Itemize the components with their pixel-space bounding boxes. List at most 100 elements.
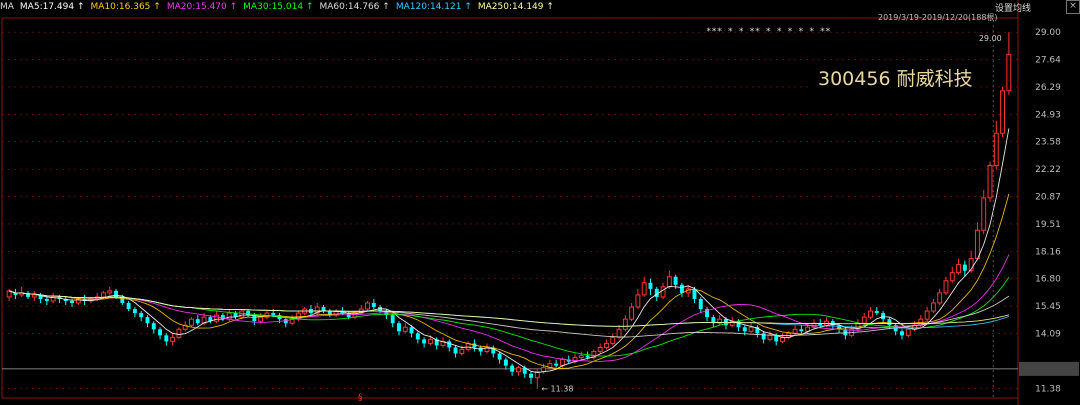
candle-down <box>390 315 395 324</box>
candle-down <box>900 331 904 336</box>
candlestick-chart[interactable]: 29.00 27.64 26.29 24.93 23.58 22.22 20.87 19.51… <box>0 0 1080 405</box>
y-tick-label: 19.51 <box>1035 220 1061 230</box>
ma-settings-button[interactable]: 设置均线 <box>995 1 1031 14</box>
candle-down <box>164 335 169 342</box>
candle-down <box>761 333 766 340</box>
candle-down <box>736 321 741 328</box>
ma10-label: MA10:16.365 ↑ <box>90 2 161 12</box>
candle-up <box>949 272 955 282</box>
candle-up <box>905 328 911 336</box>
candle-up <box>189 318 194 326</box>
candle-down <box>132 309 137 314</box>
candle-up <box>176 328 182 338</box>
candle-up <box>943 280 949 294</box>
close-icon[interactable]: × <box>1066 0 1080 14</box>
y-tick-label: 20.87 <box>1035 192 1061 202</box>
ma250-line <box>8 290 1010 327</box>
y-tick-label: 27.64 <box>1035 56 1061 66</box>
ma20-label: MA20:15.470 ↑ <box>166 2 238 12</box>
candle-up <box>641 282 647 296</box>
candle-down <box>195 319 200 324</box>
candle-down <box>799 329 804 332</box>
y-tick-label: 26.29 <box>1035 83 1061 93</box>
candle-down <box>529 373 533 378</box>
ma-legend: MA MA5:17.494 ↑ MA10:16.365 ↑ MA20:15.47… <box>0 0 880 14</box>
candle-up <box>214 314 220 322</box>
candle-up <box>629 306 635 320</box>
candle-down <box>554 363 559 366</box>
candle-down <box>698 298 703 310</box>
candle-down <box>774 335 779 342</box>
candle-up <box>107 290 113 294</box>
y-tick-label: 14.09 <box>1035 330 1061 340</box>
candle-up <box>515 367 521 373</box>
candle-up <box>1000 90 1006 134</box>
candle-up <box>767 334 773 340</box>
ma250-label: MA250:14.149 ↑ <box>477 2 554 12</box>
ma60-label: MA60:14.766 ↑ <box>319 2 390 12</box>
candle-up <box>660 286 666 298</box>
candle-down <box>497 353 502 360</box>
candle-up <box>974 229 980 260</box>
y-tick-label: 24.93 <box>1035 110 1061 120</box>
candle-down <box>139 313 144 318</box>
candle-up <box>748 326 754 332</box>
candle-up <box>427 338 433 344</box>
candle-down <box>151 323 156 330</box>
candle-up <box>956 264 962 274</box>
candle-up <box>861 316 867 324</box>
candle-up <box>365 302 370 310</box>
candle-down <box>126 303 131 310</box>
candle-up <box>937 292 943 304</box>
candle-up <box>930 302 936 312</box>
candle-down <box>503 359 508 366</box>
candle-down <box>70 300 74 303</box>
candle-up <box>610 336 616 344</box>
candle-up <box>616 328 622 338</box>
candle-down <box>415 333 420 340</box>
candle-down <box>874 311 879 314</box>
y-tick-label: 23.58 <box>1035 138 1061 148</box>
candle-up <box>666 276 672 288</box>
stock-title: 300456 耐威科技 <box>812 62 979 93</box>
ma10-line <box>8 193 1010 369</box>
candle-down <box>453 347 458 354</box>
event-markers: *** * * ** * * * * * ** <box>706 27 831 37</box>
y-tick-label: 22.22 <box>1035 165 1061 175</box>
candle-up <box>981 197 987 231</box>
candle-down <box>422 339 427 344</box>
ma120-label: MA120:14.121 ↑ <box>395 2 472 12</box>
candle-down <box>585 355 590 358</box>
candle-up <box>31 294 37 298</box>
candle-up <box>578 355 584 359</box>
candle-up <box>987 165 993 199</box>
high-price-label: 29.00 <box>979 34 1002 43</box>
period-range: 2019/3/19-2019/12/20(188根) <box>878 13 998 22</box>
candle-up <box>597 346 603 353</box>
candle-up <box>101 292 106 298</box>
candle-down <box>397 323 401 332</box>
candle-up <box>622 318 628 330</box>
candle-up <box>1006 53 1012 92</box>
candle-down <box>962 264 967 271</box>
y-tick-label: 16.80 <box>1035 275 1061 285</box>
low-price-label: ← 11.38 <box>541 384 573 393</box>
candle-up <box>226 312 232 320</box>
crosshair-price-box <box>1019 361 1079 376</box>
candle-down <box>881 313 886 320</box>
candle-down <box>648 282 653 289</box>
candle-down <box>158 329 162 336</box>
candle-up <box>868 310 873 318</box>
candle-down <box>679 284 684 293</box>
y-tick-label: 18.16 <box>1035 247 1061 257</box>
candle-up <box>258 316 264 322</box>
ma30-label: MA30:15.014 ↑ <box>243 2 314 12</box>
ma5-label: MA5:17.494 ↑ <box>19 2 85 12</box>
candle-up <box>170 336 176 342</box>
candle-down <box>145 317 150 324</box>
candle-down <box>246 311 251 316</box>
candle-down <box>887 319 892 326</box>
candle-down <box>673 276 678 285</box>
candle-up <box>459 348 465 355</box>
candle-up <box>780 336 785 342</box>
